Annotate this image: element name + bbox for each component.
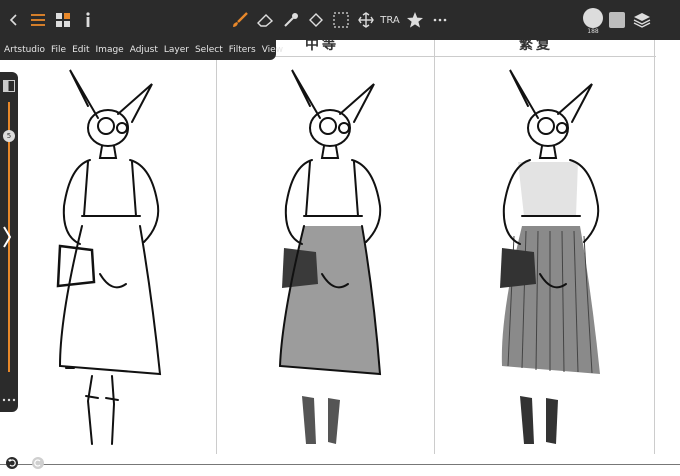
info-icon[interactable] bbox=[76, 8, 100, 32]
menu-item-view[interactable]: View bbox=[262, 45, 283, 55]
selection-icon[interactable] bbox=[329, 8, 353, 32]
panel-toggle-icon[interactable] bbox=[3, 80, 15, 92]
menu-item-layer[interactable]: Layer bbox=[164, 45, 189, 55]
more-options-icon[interactable] bbox=[2, 398, 16, 402]
expand-sidebar-button[interactable] bbox=[0, 220, 14, 254]
eraser-icon[interactable] bbox=[253, 8, 277, 32]
text-tool-button[interactable]: TRA bbox=[376, 8, 404, 32]
text-tool-label: TRA bbox=[380, 14, 400, 26]
redo-icon bbox=[34, 459, 41, 467]
color-swatch-icon[interactable] bbox=[605, 8, 629, 32]
menu-item-filters[interactable]: Filters bbox=[229, 45, 256, 55]
more-icon[interactable] bbox=[428, 8, 452, 32]
bottom-canvas-edge bbox=[0, 464, 680, 476]
artwork-figure-simple bbox=[56, 69, 162, 445]
menu-icon[interactable] bbox=[26, 8, 50, 32]
column-divider bbox=[654, 34, 655, 454]
size-slider-value: 5 bbox=[6, 132, 12, 140]
menu-item-adjust[interactable]: Adjust bbox=[130, 45, 158, 55]
column-divider bbox=[434, 34, 435, 454]
back-icon[interactable] bbox=[2, 8, 26, 32]
undo-icon bbox=[8, 459, 16, 467]
redo-button[interactable] bbox=[32, 457, 44, 469]
brush-size-icon[interactable] bbox=[581, 6, 605, 30]
undo-button[interactable] bbox=[6, 457, 18, 469]
menu-item-edit[interactable]: Edit bbox=[72, 45, 89, 55]
artwork-figure-medium bbox=[278, 69, 382, 444]
left-sidebar: 5 bbox=[0, 72, 18, 412]
eyedropper-icon[interactable] bbox=[279, 8, 303, 32]
move-icon[interactable] bbox=[354, 8, 378, 32]
column-divider bbox=[216, 34, 217, 454]
menu-item-file[interactable]: File bbox=[51, 45, 66, 55]
menu-item-image[interactable]: Image bbox=[96, 45, 124, 55]
menu-item-select[interactable]: Select bbox=[195, 45, 223, 55]
artwork-figure-complex bbox=[500, 69, 600, 444]
header-divider bbox=[216, 56, 656, 57]
menu-bar: Artstudio File Edit Image Adjust Layer S… bbox=[0, 40, 283, 60]
size-slider-thumb[interactable]: 5 bbox=[3, 130, 15, 142]
top-toolbar: TRA 188 bbox=[0, 0, 680, 40]
brush-size-value: 188 bbox=[587, 28, 599, 35]
star-icon[interactable] bbox=[403, 8, 427, 32]
brush-icon[interactable] bbox=[228, 8, 252, 32]
layers-icon[interactable] bbox=[630, 8, 654, 32]
fill-icon[interactable] bbox=[304, 8, 328, 32]
grid-icon[interactable] bbox=[51, 8, 75, 32]
menu-item-artstudio[interactable]: Artstudio bbox=[4, 45, 45, 55]
